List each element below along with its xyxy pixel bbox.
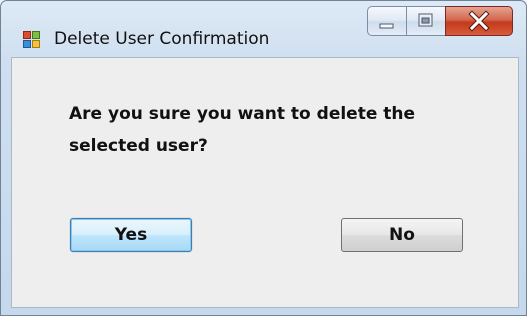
close-icon	[468, 10, 490, 32]
caption-buttons	[367, 6, 519, 38]
maximize-button[interactable]	[406, 6, 445, 36]
yes-button[interactable]: Yes	[70, 218, 192, 252]
dialog-body: Are you sure you want to delete the sele…	[11, 57, 519, 308]
windows-form-icon[interactable]	[23, 31, 40, 48]
close-button[interactable]	[445, 6, 513, 36]
confirmation-message: Are you sure you want to delete the sele…	[69, 104, 416, 156]
minimize-icon	[379, 23, 394, 29]
title-bar[interactable]: Delete User Confirmation	[1, 1, 526, 53]
maximize-icon	[418, 13, 433, 27]
no-button[interactable]: No	[341, 218, 463, 252]
minimize-button[interactable]	[367, 6, 406, 36]
window-title: Delete User Confirmation	[54, 29, 270, 49]
dialog-window: Delete User Confirmation Are you sure yo…	[0, 0, 527, 316]
